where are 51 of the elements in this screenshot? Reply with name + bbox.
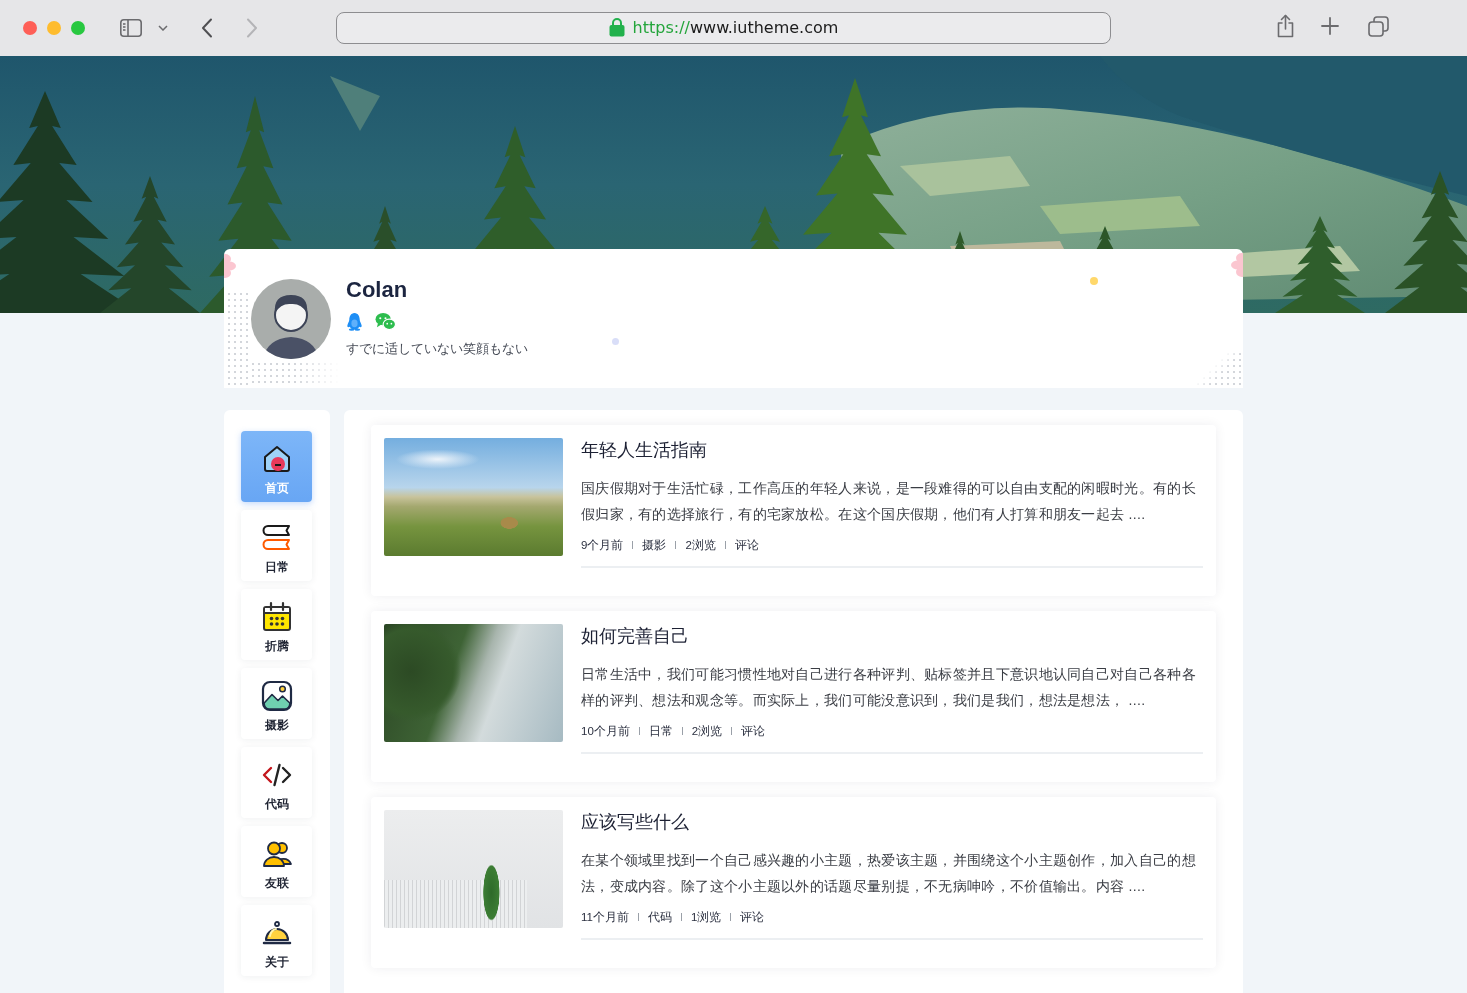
category-link[interactable]: 代码 (647, 909, 672, 925)
photo-placeholder[interactable] (384, 624, 563, 742)
category-link[interactable]: 摄影 (642, 537, 667, 553)
post-card[interactable]: 如何完善自己 日常生活中，我们可能习惯性地对自己进行各种评判、贴标签并且下意识地认同自己对自己各种各样的评判、想法和观念等。而实际上，我们可能没意识到，我们是我们，想法是想法， .... 10个月前 日常 2浏览 评论 (371, 611, 1216, 782)
post-excerpt: 日常生活中，我们可能习惯性地对自己进行各种评判、贴标签并且下意识地认同自己对自己各种各样的评判、想法和观念等。而实际上，我们可能没意识到，我们是我们，想法是想法， .... (581, 665, 1197, 710)
flower-icon (224, 253, 237, 279)
comments-link[interactable]: 评论 (740, 909, 765, 925)
view-count: 1浏览 (690, 910, 722, 925)
nav-item[interactable]: 日常 (241, 510, 312, 581)
post-excerpt: 国庆假期对于生活忙碌，工作高压的年轻人来说，是一段难得的可以自由支配的闲暇时光。有的长假归家，有的选择旅行，有的宅家放松。在这个国庆假期，他们有人打算和朋友一起去 .... (581, 479, 1197, 524)
chevron-down-icon[interactable] (158, 25, 168, 31)
post-card[interactable]: 年轻人生活指南 国庆假期对于生活忙碌，工作高压的年轻人来说，是一段难得的可以自由支配的闲暇时光。有的长假归家，有的选择旅行，有的宅家放松。在这个国庆假期，他们有人打算和朋友一起去 .... 9个月前 摄影 2浏览 评论 (371, 425, 1216, 596)
profile-name: Colan (346, 276, 408, 304)
chat-bubbles-icon[interactable] (375, 311, 396, 331)
view-count: 2浏览 (691, 724, 723, 739)
photo-placeholder[interactable] (384, 438, 563, 556)
penguin-icon[interactable] (346, 311, 363, 331)
dot-icon (1090, 277, 1098, 285)
comments-link[interactable]: 评论 (741, 723, 766, 739)
back-icon[interactable] (201, 18, 213, 38)
post-title[interactable]: 年轻人生活指南 (581, 438, 707, 462)
url-text: https://www.iutheme.com (632, 17, 839, 39)
nav-item[interactable]: 折腾 (241, 589, 312, 660)
image-icon (260, 680, 293, 712)
comments-link[interactable]: 评论 (734, 537, 759, 553)
nav-item[interactable]: 关于 (241, 905, 312, 976)
photo-placeholder[interactable] (384, 810, 563, 928)
window-close-icon[interactable] (23, 21, 37, 35)
post-time: 10个月前 (581, 724, 630, 739)
dot-icon (612, 338, 619, 345)
nav-item[interactable]: 代码 (241, 747, 312, 818)
address-field[interactable]: https://www.iutheme.com (336, 12, 1111, 44)
share-icon[interactable] (1276, 14, 1295, 38)
post-excerpt: 在某个领域里找到一个自己感兴趣的小主题，热爱该主题，并围绕这个小主题创作，加入自己的想法，变成内容。除了这个小主题以外的话题尽量别提，不无病呻吟，不价值输出。内容 .... (581, 851, 1197, 896)
avatar-icon (251, 279, 331, 359)
post-time: 9个月前 (581, 538, 624, 553)
profile-bio: すでに适していない笑顔もない (346, 341, 528, 358)
calendar-icon (260, 601, 293, 633)
flower-icon (1230, 252, 1243, 278)
lock-icon (608, 16, 625, 37)
post-card[interactable]: 应该写些什么 在某个领域里找到一个自己感兴趣的小主题，热爱该主题，并围绕这个小主题创作，加入自己的想法，变成内容。除了这个小主题以外的话题尽量别提，不无病呻吟，不价值输出。内容 .... 11个月前 代码 1浏览 评论 (371, 797, 1216, 968)
nav-item[interactable]: 摄影 (241, 668, 312, 739)
post-title[interactable]: 如何完善自己 (581, 624, 689, 648)
sidebar-toggle-icon[interactable] (120, 19, 142, 37)
plus-icon[interactable] (1321, 17, 1339, 35)
tabs-overview-icon[interactable] (1368, 15, 1389, 37)
post-time: 11个月前 (581, 910, 629, 925)
post-title[interactable]: 应该写些什么 (581, 810, 689, 834)
category-link[interactable]: 日常 (648, 723, 673, 739)
nav-item[interactable]: 友联 (241, 826, 312, 897)
view-count: 2浏览 (685, 538, 716, 553)
